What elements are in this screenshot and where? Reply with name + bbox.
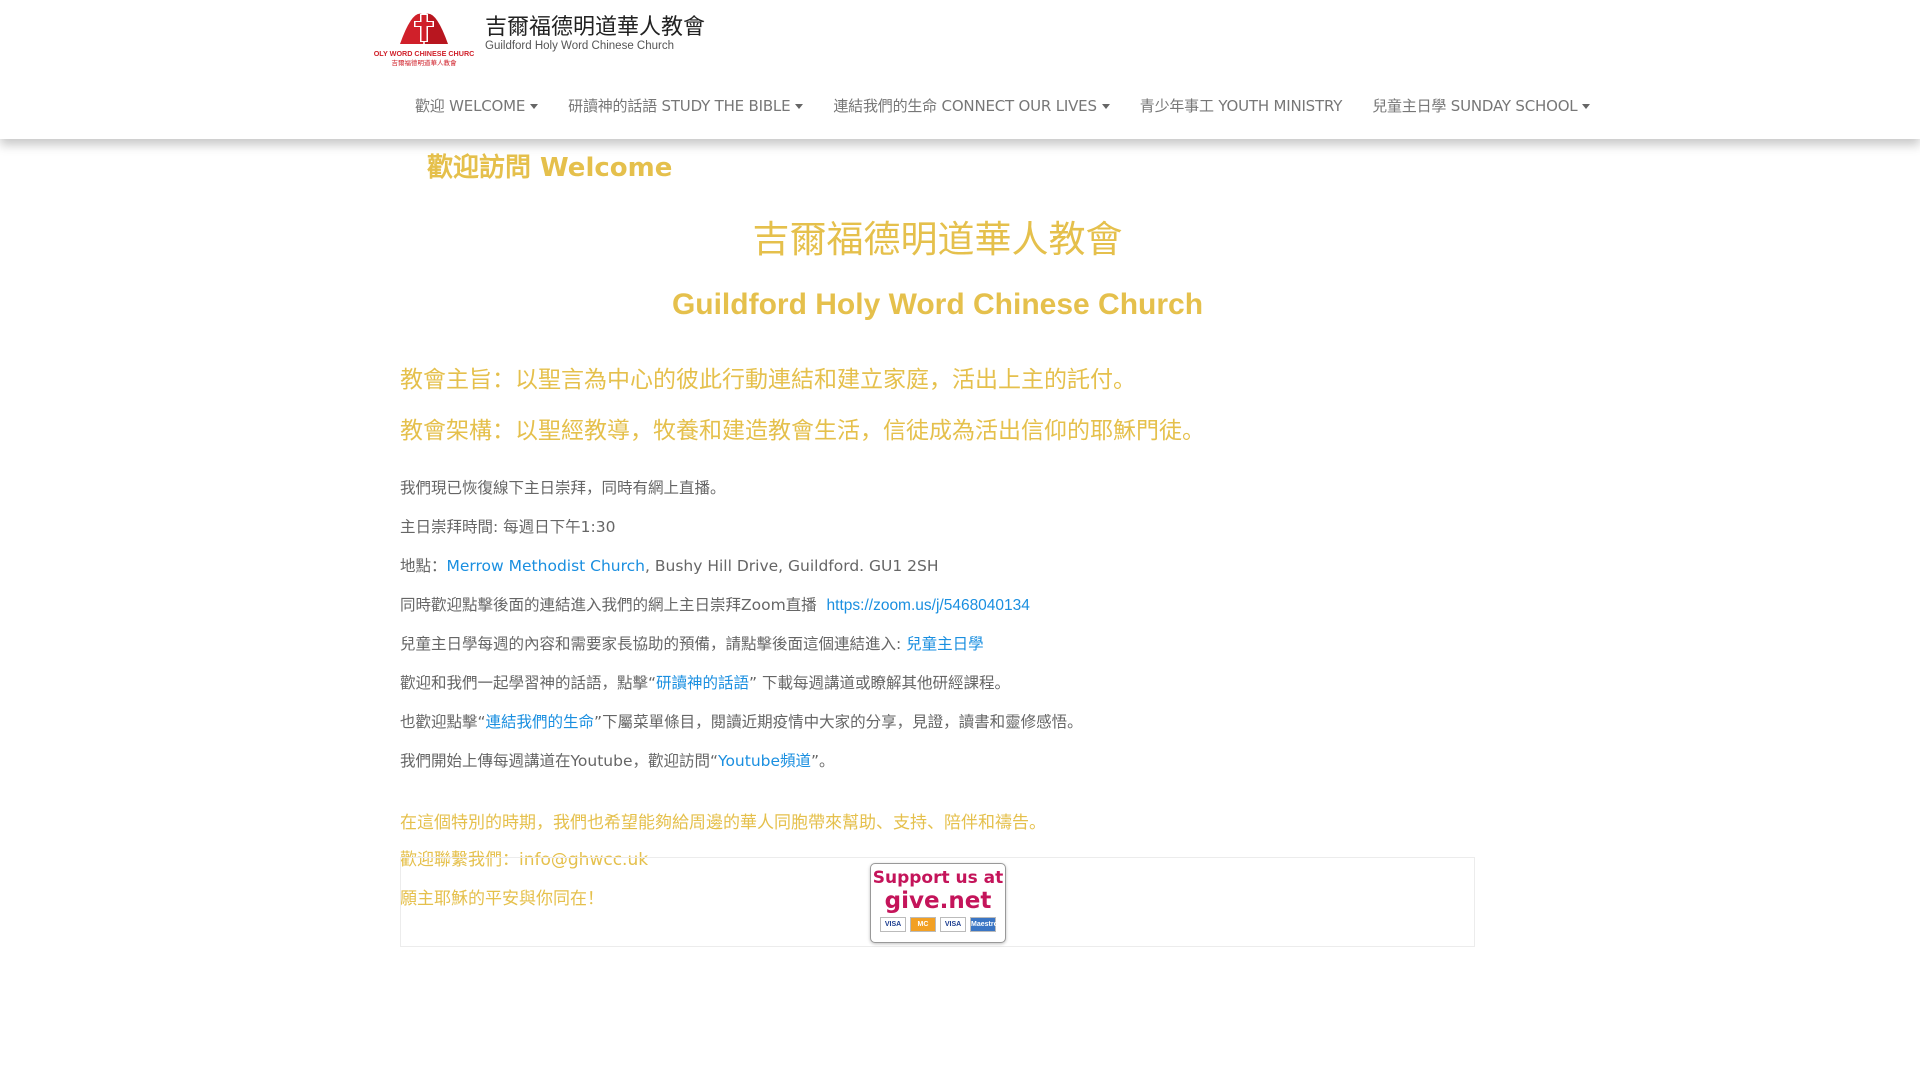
give-net-text: give.net	[884, 888, 992, 914]
nav-youth-label: 青少年事工 YOUTH MINISTRY	[1139, 96, 1343, 115]
mastercard-icon: MC	[910, 917, 936, 932]
location-address: , Bushy Hill Drive, Guildford. GU1 2SH	[645, 557, 939, 575]
payment-cards: VISA MC VISA Maestro	[871, 917, 1005, 932]
logo-text: HOLY WORD CHINESE CHURCH	[374, 49, 474, 58]
give-support-text: Support us at	[872, 868, 1004, 888]
sunday-school-prefix: 兒童主日學每週的內容和需要家長協助的預備，請點擊後面這個連結進入:	[400, 635, 907, 653]
nav-welcome-label: 歡迎 WELCOME	[415, 96, 526, 115]
sunday-school-link[interactable]: 兒童主日學	[906, 635, 984, 653]
caret-down-icon	[530, 103, 539, 109]
youtube-channel-link[interactable]: Youtube頻道	[718, 752, 811, 770]
maestro-card-icon: Maestro	[970, 917, 998, 932]
youtube-prefix: 我們開始上傳每週講道在Youtube，歡迎訪問“	[400, 752, 719, 770]
heading-chinese: 吉爾福德明道華人教會	[752, 218, 1123, 261]
zoom-link[interactable]: https://zoom.us/j/5468040134	[827, 597, 1030, 614]
youtube-suffix: ”。	[811, 752, 835, 770]
sunday-school-text: 兒童主日學每週的內容和需要家長協助的預備，請點擊後面這個連結進入: 兒童主日學	[400, 634, 1475, 673]
give-net-badge[interactable]: Support us at give.net VISA MC VISA Maes…	[870, 863, 1006, 943]
location-prefix: 地點：	[400, 557, 447, 575]
nav-sunday-school[interactable]: 兒童主日學 SUNDAY SCHOOL	[1357, 95, 1605, 116]
merrow-methodist-link[interactable]: Merrow Methodist Church	[447, 557, 646, 575]
nav-study-the-bible[interactable]: 研讀神的話語 STUDY THE BIBLE	[553, 95, 818, 116]
visa-card-icon: VISA	[880, 917, 906, 932]
zoom-text: 同時歡迎點擊後面的連結進入我們的網上主日崇拜Zoom直播 https://zoo…	[400, 595, 1475, 634]
study-bible-text: 歡迎和我們一起學習神的話語，點擊“研讀神的話語” 下載每週講道或瞭解其他研經課程…	[400, 673, 1475, 712]
nav-connect-our-lives[interactable]: 連結我們的生命 CONNECT OUR LIVES	[818, 95, 1124, 116]
nav-connect-label: 連結我們的生命 CONNECT OUR LIVES	[833, 96, 1097, 115]
connect-lives-link[interactable]: 連結我們的生命	[486, 713, 595, 731]
church-structure: 教會架構：以聖經教導，牧養和建造教會生活，信徒成為活出信仰的耶穌門徒。	[400, 418, 1205, 444]
youtube-text: 我們開始上傳每週講道在Youtube，歡迎訪問“Youtube頻道”。	[400, 751, 1475, 790]
zoom-prefix: 同時歡迎點擊後面的連結進入我們的網上主日崇拜Zoom直播	[400, 596, 827, 614]
site-title[interactable]: 吉爾福德明道華人教會	[485, 9, 705, 41]
heading-english: Guildford Holy Word Chinese Church	[671, 288, 1204, 321]
connect-lives-text: 也歡迎點擊“連結我們的生命”下屬菜單條目，閱讀近期疫情中大家的分享，見證，讀書和…	[400, 712, 1475, 751]
study-bible-link[interactable]: 研讀神的話語	[656, 674, 749, 692]
cross-bible-logo-icon: HOLY WORD CHINESE CHURCH 吉爾福德明道華人教會	[368, 13, 480, 67]
connect-prefix: 也歡迎點擊“	[400, 713, 486, 731]
caret-down-icon	[1101, 103, 1110, 109]
connect-suffix: ”下屬菜單條目，閱讀近期疫情中大家的分享，見證，讀書和靈修感悟。	[594, 713, 1083, 731]
donation-widget: Support us at give.net VISA MC VISA Maes…	[400, 857, 1475, 947]
worship-time-text: 主日崇拜時間: 每週日下午1:30	[400, 518, 616, 536]
nav-sunday-school-label: 兒童主日學 SUNDAY SCHOOL	[1372, 96, 1578, 115]
nav-study-label: 研讀神的話語 STUDY THE BIBLE	[568, 96, 791, 115]
site-tagline: Guildford Holy Word Chinese Church	[485, 40, 674, 52]
nav-welcome[interactable]: 歡迎 WELCOME	[400, 95, 553, 116]
logo-subtext: 吉爾福德明道華人教會	[392, 58, 458, 67]
caret-down-icon	[795, 103, 804, 109]
study-prefix: 歡迎和我們一起學習神的話語，點擊“	[400, 674, 657, 692]
visa-debit-card-icon: VISA	[940, 917, 966, 932]
church-logo[interactable]: HOLY WORD CHINESE CHURCH 吉爾福德明道華人教會	[368, 4, 480, 68]
main-nav: 歡迎 WELCOME 研讀神的話語 STUDY THE BIBLE 連結我們的生…	[400, 90, 1605, 120]
article-body: 吉爾福德明道華人教會 Guildford Holy Word Chinese C…	[400, 209, 1475, 909]
site-header: HOLY WORD CHINESE CHURCH 吉爾福德明道華人教會 吉爾福德…	[0, 0, 1920, 139]
worship-resumed-text: 我們現已恢復線下主日崇拜，同時有網上直播。	[400, 479, 726, 497]
page-title: 歡迎訪問 Welcome	[427, 153, 673, 183]
caret-down-icon	[1582, 103, 1591, 109]
study-suffix: ” 下載每週講道或瞭解其他研經課程。	[749, 674, 1011, 692]
nav-youth-ministry[interactable]: 青少年事工 YOUTH MINISTRY	[1125, 95, 1357, 116]
location-text: 地點：Merrow Methodist Church, Bushy Hill D…	[400, 556, 1475, 595]
church-mission: 教會主旨：以聖言為中心的彼此行動連結和建立家庭，活出上主的託付。	[400, 367, 1136, 393]
special-period-text: 在這個特別的時期，我們也希望能夠給周邊的華人同胞帶來幫助、支持、陪伴和禱告。	[400, 813, 1046, 833]
